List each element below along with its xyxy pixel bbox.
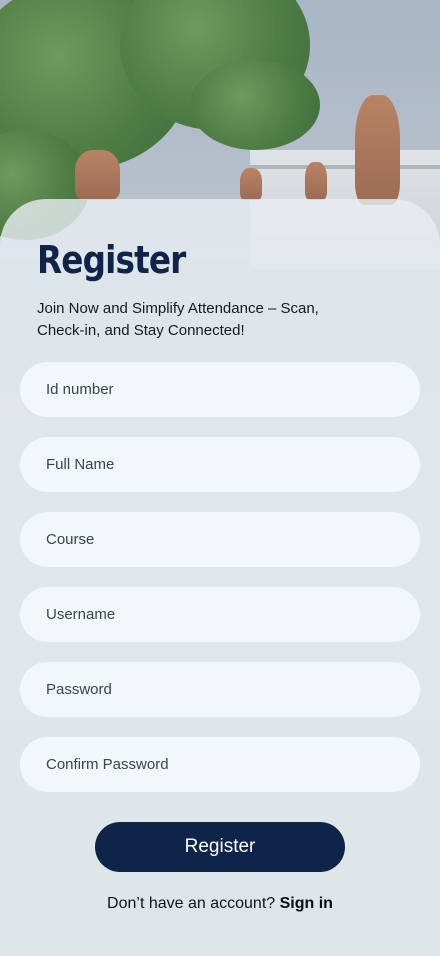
register-button[interactable]: Register xyxy=(95,822,345,872)
full-name-input[interactable] xyxy=(20,437,420,492)
course-input[interactable] xyxy=(20,512,420,567)
tree-foliage xyxy=(190,60,320,150)
statue-torch xyxy=(355,95,400,205)
password-input[interactable] xyxy=(20,662,420,717)
statue-hand xyxy=(240,168,262,200)
page-subtitle: Join Now and Simplify Attendance – Scan,… xyxy=(37,300,319,339)
sign-in-prompt-text: Don’t have an account? xyxy=(107,895,276,912)
building-ledge xyxy=(250,165,440,169)
page-title: Register xyxy=(37,238,186,282)
statue-hand xyxy=(305,162,327,200)
sign-in-prompt: Don’t have an account? Sign in xyxy=(0,895,440,913)
username-input[interactable] xyxy=(20,587,420,642)
statue-hand xyxy=(75,150,120,200)
confirm-password-input[interactable] xyxy=(20,737,420,792)
sign-in-link[interactable]: Sign in xyxy=(280,895,333,912)
id-number-input[interactable] xyxy=(20,362,420,417)
